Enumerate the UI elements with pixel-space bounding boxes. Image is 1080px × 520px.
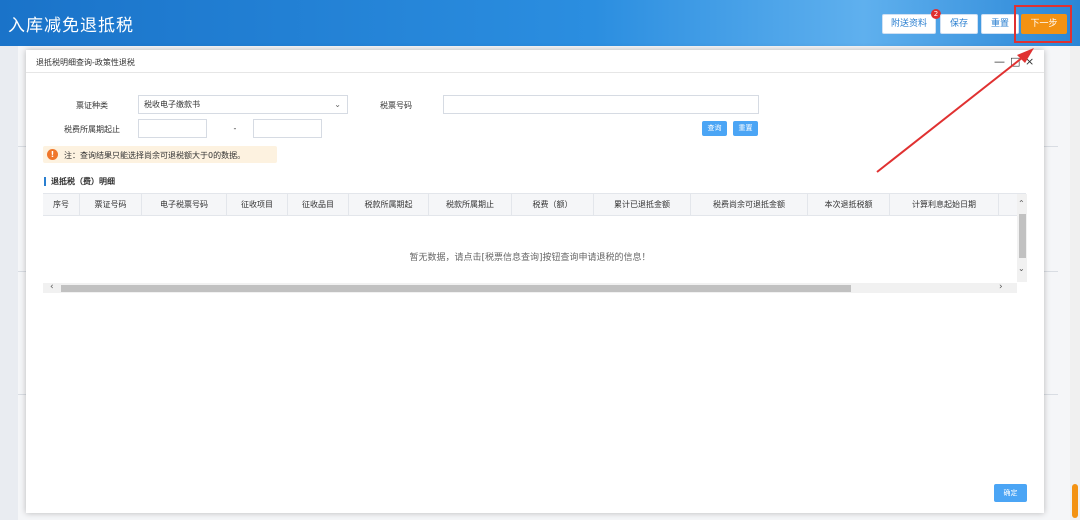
column-header[interactable]: 税款所属期起 bbox=[349, 194, 429, 216]
column-header[interactable]: 征收品目 bbox=[288, 194, 349, 216]
save-button[interactable]: 保存 bbox=[940, 14, 978, 34]
next-step-highlight-box bbox=[1014, 5, 1072, 43]
empty-state-text: 暂无数据，请点击[税票信息查询]按钮查询申请退税的信息！ bbox=[409, 253, 651, 263]
title-divider bbox=[26, 72, 1044, 73]
column-header[interactable]: 税款所属期止 bbox=[429, 194, 512, 216]
notice-banner: ! 注：查询结果只能选择尚余可退税额大于0的数据。 bbox=[43, 146, 277, 163]
ticket-type-label: 票证种类 bbox=[76, 101, 108, 110]
ticket-type-select[interactable]: 税收电子缴款书 ⌄ bbox=[138, 95, 348, 114]
period-start-input[interactable] bbox=[138, 119, 207, 138]
scrollbar-thumb[interactable] bbox=[1019, 214, 1026, 258]
column-header[interactable]: 税费（额） bbox=[512, 194, 594, 216]
app-header: 入库减免退抵税 附送资料 2 保存 重置 下一步 bbox=[0, 0, 1080, 46]
column-header[interactable]: 累计已退抵金额 bbox=[594, 194, 691, 216]
close-icon[interactable]: × bbox=[1025, 55, 1034, 68]
column-header[interactable]: 税费尚余可退抵金额 bbox=[691, 194, 808, 216]
ticket-type-value: 税收电子缴款书 bbox=[144, 100, 200, 109]
page-scrollbar[interactable] bbox=[1070, 46, 1080, 520]
minimize-icon[interactable]: — bbox=[994, 55, 1005, 68]
chevron-left-icon[interactable]: ‹ bbox=[50, 282, 54, 292]
maximize-icon[interactable]: □ bbox=[1010, 55, 1020, 68]
chevron-right-icon[interactable]: › bbox=[999, 282, 1003, 292]
section-title: 退抵税（费）明细 bbox=[44, 177, 115, 186]
column-header[interactable]: 计算利息起始日期 bbox=[890, 194, 999, 216]
tax-ticket-no-input[interactable] bbox=[443, 95, 759, 114]
notice-text: 注：查询结果只能选择尚余可退税额大于0的数据。 bbox=[64, 151, 246, 160]
column-header[interactable]: 征收项目 bbox=[227, 194, 288, 216]
period-separator: - bbox=[233, 124, 237, 133]
table-header: 序号 票证号码 电子税票号码 征收项目 征收品目 税款所属期起 税款所属期止 税… bbox=[43, 194, 1017, 216]
page-scrollbar-thumb[interactable] bbox=[1072, 484, 1078, 518]
chevron-up-icon[interactable]: ⌃ bbox=[1018, 199, 1025, 208]
table-vertical-scrollbar[interactable]: ⌃ ⌄ bbox=[1017, 194, 1027, 282]
scrollbar-thumb[interactable] bbox=[61, 285, 851, 292]
dialog-title: 退抵税明细查询-政策性退税 bbox=[36, 58, 135, 67]
column-header[interactable]: 电子税票号码 bbox=[142, 194, 227, 216]
column-header[interactable]: 本次退抵税额 bbox=[808, 194, 890, 216]
page-title: 入库减免退抵税 bbox=[8, 16, 134, 36]
query-button[interactable]: 查询 bbox=[702, 121, 727, 136]
period-end-input[interactable] bbox=[253, 119, 322, 138]
table-horizontal-scrollbar[interactable]: ‹ › bbox=[43, 282, 1017, 293]
refund-detail-table: 序号 票证号码 电子税票号码 征收项目 征收品目 税款所属期起 税款所属期止 税… bbox=[43, 193, 1027, 293]
column-header[interactable]: 序号 bbox=[43, 194, 80, 216]
reset-form-button[interactable]: 重置 bbox=[733, 121, 758, 136]
warning-icon: ! bbox=[47, 149, 58, 160]
tax-ticket-no-label: 税票号码 bbox=[380, 101, 412, 110]
confirm-button[interactable]: 确定 bbox=[994, 484, 1027, 502]
chevron-down-icon[interactable]: ⌄ bbox=[1018, 264, 1025, 273]
attach-materials-button[interactable]: 附送资料 bbox=[882, 14, 936, 34]
chevron-down-icon: ⌄ bbox=[334, 100, 341, 109]
period-label: 税费所属期起止 bbox=[64, 125, 120, 134]
column-header[interactable]: 票证号码 bbox=[80, 194, 142, 216]
tax-refund-query-dialog: 退抵税明细查询-政策性退税 — □ × 票证种类 税收电子缴款书 ⌄ 税票号码 … bbox=[26, 50, 1044, 513]
